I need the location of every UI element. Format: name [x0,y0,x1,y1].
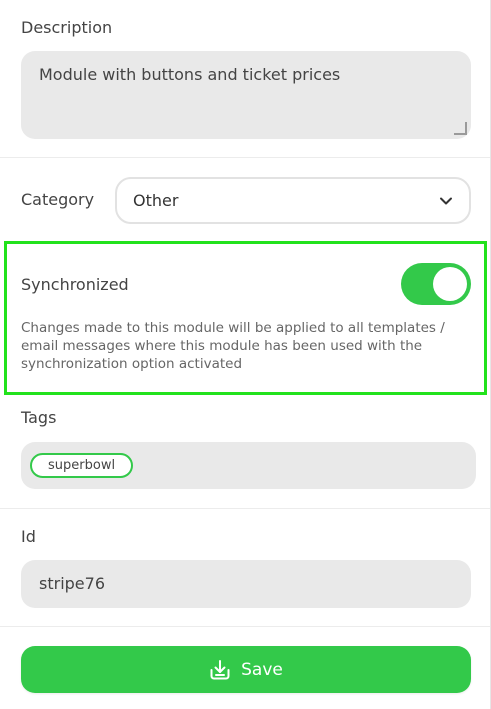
category-select[interactable]: Other [115,177,471,224]
synchronized-label: Synchronized [21,275,129,294]
divider [0,508,490,509]
divider [0,626,490,627]
tags-label: Tags [21,408,57,427]
toggle-knob [433,267,467,301]
id-field[interactable]: stripe76 [21,560,471,608]
synchronized-section: Synchronized Changes made to this module… [4,241,487,395]
category-selected-value: Other [133,191,179,210]
description-value: Module with buttons and ticket prices [39,65,341,84]
resize-handle-icon[interactable] [453,121,467,135]
description-textarea[interactable]: Module with buttons and ticket prices [21,51,471,139]
id-label: Id [21,527,36,546]
module-settings-panel: Description Module with buttons and tick… [0,0,491,709]
tag-chip[interactable]: superbowl [30,453,134,478]
description-label: Description [21,18,113,37]
divider [0,157,490,158]
save-button[interactable]: Save [21,646,471,693]
save-label: Save [241,659,283,680]
tags-input[interactable]: superbowl [21,442,476,489]
chevron-down-icon [440,197,452,205]
synchronized-toggle[interactable] [401,263,471,305]
category-label: Category [21,190,95,209]
id-value: stripe76 [39,574,105,593]
download-icon [210,659,230,679]
synchronized-help-text: Changes made to this module will be appl… [21,320,445,372]
